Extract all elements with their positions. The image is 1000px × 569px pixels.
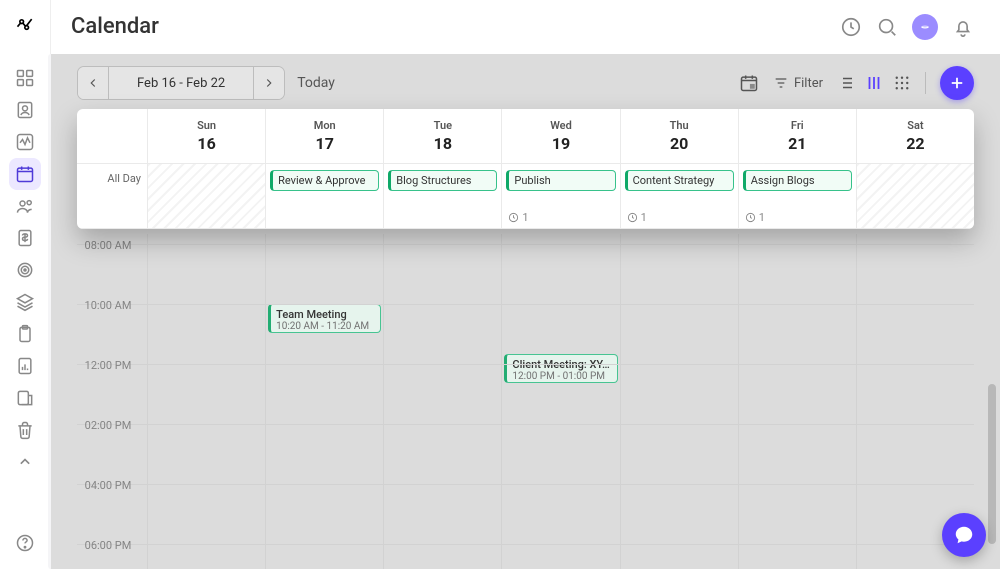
filter-label: Filter (794, 76, 823, 91)
more-count[interactable]: 1 (508, 211, 528, 224)
day-header-sat[interactable]: Sat22 (856, 109, 974, 163)
clock-icon[interactable] (840, 16, 862, 38)
bell-icon[interactable] (952, 16, 974, 38)
allday-cell-tue[interactable]: Blog Structures (383, 164, 501, 228)
more-count[interactable]: 1 (745, 211, 765, 224)
time-label: 12:00 PM (77, 359, 147, 372)
time-label: 02:00 PM (77, 419, 147, 432)
allday-event[interactable]: Review & Approve (270, 170, 379, 191)
allday-cell-thu[interactable]: Content Strategy 1 (620, 164, 738, 228)
allday-cell-sun[interactable] (147, 164, 265, 228)
prev-week-button[interactable] (78, 67, 108, 99)
time-label: 10:00 AM (77, 299, 147, 312)
page-header: Calendar (51, 0, 1000, 54)
people-icon[interactable] (9, 190, 41, 222)
reports-icon[interactable] (9, 350, 41, 382)
target-icon[interactable] (9, 254, 41, 286)
allday-cell-sat[interactable] (856, 164, 974, 228)
day-header-fri[interactable]: Fri21 (738, 109, 856, 163)
day-header-wed[interactable]: Wed19 (501, 109, 619, 163)
help-icon[interactable] (9, 527, 41, 559)
next-week-button[interactable] (254, 67, 284, 99)
avatar[interactable] (912, 14, 938, 40)
search-icon[interactable] (876, 16, 898, 38)
allday-event[interactable]: Publish (506, 170, 615, 191)
today-button[interactable]: Today (297, 75, 335, 91)
activity-icon[interactable] (9, 126, 41, 158)
list-view-icon[interactable] (837, 74, 855, 92)
allday-cell-wed[interactable]: Publish 1 (501, 164, 619, 228)
dashboard-icon[interactable] (9, 62, 41, 94)
day-header-thu[interactable]: Thu20 (620, 109, 738, 163)
allday-event[interactable]: Content Strategy (625, 170, 734, 191)
date-range-label[interactable]: Feb 16 - Feb 22 (108, 67, 254, 99)
day-header-sun[interactable]: Sun16 (147, 109, 265, 163)
allday-cell-mon[interactable]: Review & Approve (265, 164, 383, 228)
allday-event[interactable]: Assign Blogs (743, 170, 852, 191)
allday-row: All Day Review & Approve Blog Structures… (77, 164, 974, 229)
day-header-row: Sun16 Mon17 Tue18 Wed19 Thu20 Fri21 Sat2… (77, 109, 974, 164)
export-icon[interactable] (9, 382, 41, 414)
week-header-panel: Sun16 Mon17 Tue18 Wed19 Thu20 Fri21 Sat2… (77, 109, 974, 229)
chat-fab[interactable] (942, 513, 986, 557)
time-label: 06:00 PM (77, 539, 147, 552)
clipboard-icon[interactable] (9, 318, 41, 350)
vertical-scrollbar[interactable] (988, 174, 996, 557)
month-view-icon[interactable] (893, 74, 911, 92)
allday-label: All Day (77, 164, 147, 228)
divider (925, 72, 926, 94)
time-label: 08:00 AM (77, 239, 147, 252)
billing-icon[interactable] (9, 222, 41, 254)
time-label: 04:00 PM (77, 479, 147, 492)
calendar-icon[interactable] (9, 158, 41, 190)
calendar-hour-grid: Team Meeting 10:20 AM - 11:20 AM Client … (77, 234, 974, 569)
mini-calendar-icon[interactable] (739, 73, 759, 93)
page-title: Calendar (71, 14, 159, 39)
week-view-icon[interactable] (865, 74, 883, 92)
day-header-tue[interactable]: Tue18 (383, 109, 501, 163)
date-range-picker: Feb 16 - Feb 22 (77, 66, 285, 100)
add-event-button[interactable] (940, 66, 974, 100)
more-count[interactable]: 1 (627, 211, 647, 224)
filter-button[interactable]: Filter (773, 75, 823, 91)
day-header-mon[interactable]: Mon17 (265, 109, 383, 163)
trash-icon[interactable] (9, 414, 41, 446)
allday-cell-fri[interactable]: Assign Blogs 1 (738, 164, 856, 228)
app-logo[interactable] (10, 10, 40, 40)
collapse-icon[interactable] (9, 446, 41, 478)
calendar-toolbar: Feb 16 - Feb 22 Today Filter (77, 66, 974, 100)
contacts-icon[interactable] (9, 94, 41, 126)
allday-event[interactable]: Blog Structures (388, 170, 497, 191)
left-nav-rail (0, 0, 51, 569)
layers-icon[interactable] (9, 286, 41, 318)
